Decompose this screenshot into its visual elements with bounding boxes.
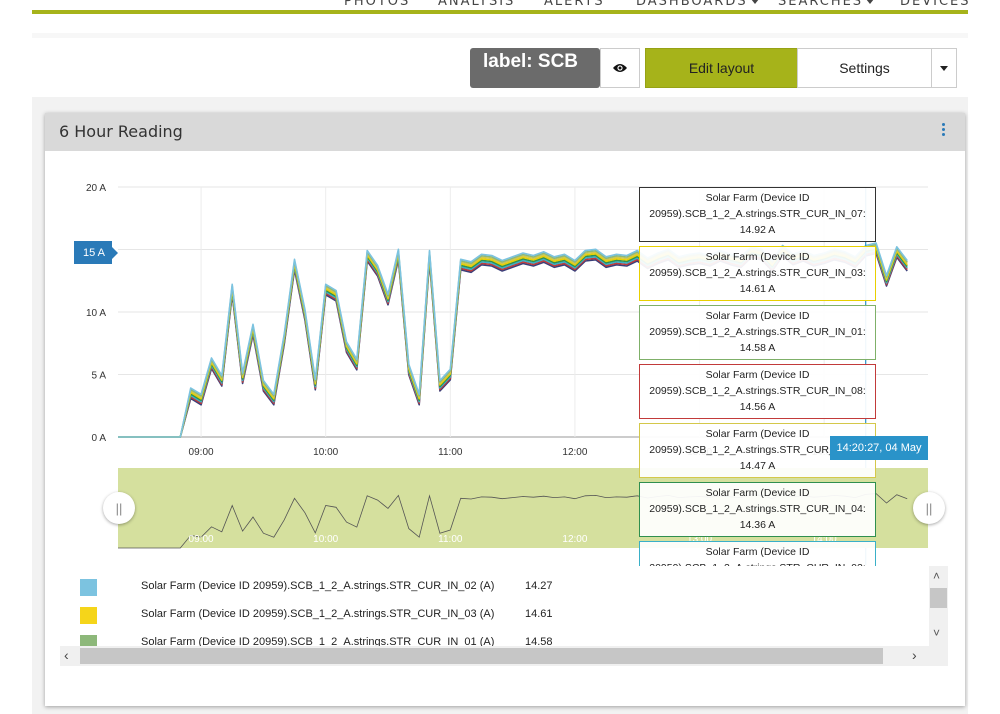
nav-devices[interactable]: DEVICES xyxy=(900,0,971,9)
eye-icon xyxy=(613,64,627,72)
tooltip-text: 14.58 A xyxy=(739,342,776,354)
tooltip-item: Solar Farm (Device ID 20959).SCB_1_2_A.st… xyxy=(639,305,876,360)
tooltip-text: Solar Farm (Device ID xyxy=(705,251,810,263)
edit-layout-button[interactable]: Edit layout xyxy=(645,48,798,88)
chevron-down-icon xyxy=(866,0,875,4)
tooltip-text: 14.61 A xyxy=(739,283,776,295)
tooltip-item: Solar Farm (Device ID 20959).SCB_1_2_A.st… xyxy=(639,246,876,301)
tooltip-text: 20959).SCB_1_2_A.strings.STR_CUR_IN_01: xyxy=(649,326,866,338)
scroll-left-icon[interactable]: ‹ xyxy=(64,647,69,663)
tooltip-text: Solar Farm (Device ID xyxy=(705,192,810,204)
panel-header: 6 Hour Reading xyxy=(45,113,965,151)
legend-series-name: Solar Farm (Device ID 20959).SCB_1_2_A.s… xyxy=(141,608,495,620)
tooltip-text: Solar Farm (Device ID xyxy=(705,310,810,322)
scroll-right-icon[interactable]: › xyxy=(912,647,917,663)
y-value-flag: 15 A xyxy=(74,241,118,264)
nav-searches[interactable]: SEARCHES xyxy=(778,0,875,9)
scroll-thumb-horizontal[interactable] xyxy=(80,648,883,664)
tooltip-text: Solar Farm (Device ID xyxy=(705,369,810,381)
nav-analysis[interactable]: ANALYSIS xyxy=(438,0,515,9)
tooltip-text: Solar Farm (Device ID xyxy=(705,487,810,499)
nav-dashboards-label: DASHBOARDS xyxy=(636,0,748,9)
tooltip-text: 20959).SCB_1_2_A.strings.STR_CUR_IN_07: xyxy=(649,208,866,220)
settings-dropdown-toggle[interactable] xyxy=(931,48,957,88)
legend-series-value: 14.27 xyxy=(525,580,553,592)
legend-series-name: Solar Farm (Device ID 20959).SCB_1_2_A.s… xyxy=(141,580,495,592)
legend-series-name: Solar Farm (Device ID 20959).SCB_1_2_A.s… xyxy=(141,636,495,646)
tooltip-text: 20959).SCB_1_2_A.strings.STR_CUR_IN_04: xyxy=(649,503,866,515)
legend-row[interactable]: Solar Farm (Device ID 20959).SCB_1_2_A.s… xyxy=(60,629,930,646)
scroll-thumb[interactable] xyxy=(930,588,947,608)
nav-alerts[interactable]: ALERTS xyxy=(544,0,605,9)
chevron-down-icon xyxy=(940,65,948,71)
navigator-left-handle[interactable]: || xyxy=(103,492,135,524)
tooltip-item: Solar Farm (Device ID 20959).SCB_1_2_A.st… xyxy=(639,187,876,242)
tooltip-text: 14.56 A xyxy=(739,401,776,413)
cursor-time-label: 14:20:27, 04 May xyxy=(830,436,928,460)
legend-swatch xyxy=(80,635,97,646)
kebab-menu-icon[interactable] xyxy=(941,123,947,141)
tooltip-text: 14.92 A xyxy=(739,224,776,236)
legend-vertical-scrollbar[interactable]: ˄ ˅ xyxy=(929,566,948,646)
nav-dashboards[interactable]: DASHBOARDS xyxy=(636,0,759,9)
tooltip-item: Solar Farm (Device ID 20959).SCB_1_2_A.st… xyxy=(639,364,876,419)
legend-series-value: 14.58 xyxy=(525,636,553,646)
legend-horizontal-scrollbar[interactable]: ‹ › xyxy=(60,646,948,666)
legend-swatch xyxy=(80,579,97,596)
tooltip-text: Solar Farm (Device ID xyxy=(705,546,810,558)
nav-photos[interactable]: PHOTOS xyxy=(344,0,410,9)
settings-button[interactable]: Settings xyxy=(797,48,932,88)
tooltip-item: Solar Farm (Device ID 20959).SCB_1_2_A.st… xyxy=(639,482,876,537)
scroll-up-icon[interactable]: ˄ xyxy=(933,569,940,583)
nav-searches-label: SEARCHES xyxy=(778,0,864,9)
legend-series-value: 14.61 xyxy=(525,608,553,620)
tooltip-text: 20959).SCB_1_2_A.strings.STR_CUR_IN_03: xyxy=(649,267,866,279)
navigator-right-handle[interactable]: || xyxy=(913,492,945,524)
tooltip-stack: Solar Farm (Device ID 20959).SCB_1_2_A.st… xyxy=(639,187,879,567)
legend-table: Solar Farm (Device ID 20959).SCB_1_2_A.s… xyxy=(60,566,948,646)
top-nav: PHOTOS ANALYSIS ALERTS DASHBOARDS SEARCH… xyxy=(32,0,971,14)
tooltip-text: 20959).SCB_1_2_A.strings.STR_CUR_IN_08: xyxy=(649,385,866,397)
scroll-down-icon[interactable]: ˅ xyxy=(933,626,940,640)
panel-title: 6 Hour Reading xyxy=(59,122,183,141)
legend-row[interactable]: Solar Farm (Device ID 20959).SCB_1_2_A.s… xyxy=(60,573,930,601)
tooltip-text: 14.47 A xyxy=(739,460,776,472)
tooltip-text: 14.36 A xyxy=(739,519,776,531)
legend-row[interactable]: Solar Farm (Device ID 20959).SCB_1_2_A.s… xyxy=(60,601,930,629)
legend-swatch xyxy=(80,607,97,624)
chevron-down-icon xyxy=(750,0,759,4)
tooltip-item: Solar Farm (Device ID20959).SCB_1_2_A.st… xyxy=(639,541,876,567)
label-filter-badge[interactable]: label: SCB xyxy=(470,48,600,88)
toggle-visibility-button[interactable] xyxy=(600,48,640,88)
